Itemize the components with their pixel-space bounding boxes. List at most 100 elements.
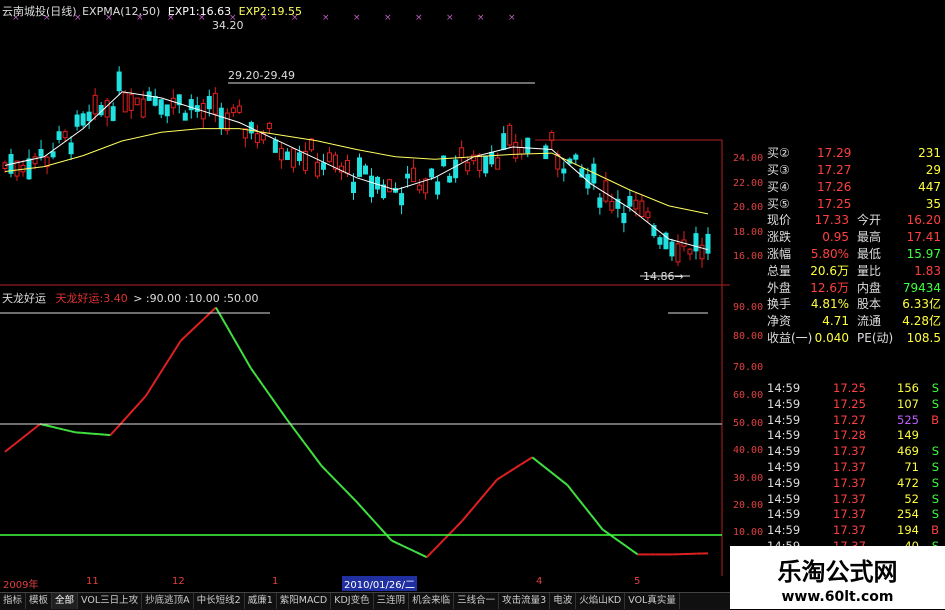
indicator-value: 天龙好运:3.40: [56, 292, 128, 305]
watermark: 乐淘公式网 www.60lt.com: [730, 546, 945, 609]
watermark-url: www.60lt.com: [730, 589, 945, 605]
quote-value-1: 12.6万: [810, 280, 849, 296]
candle-body: [448, 176, 452, 182]
tab-13[interactable]: 电波: [550, 593, 576, 609]
candle-body: [634, 200, 638, 209]
tab-12[interactable]: 攻击流量3: [499, 593, 550, 609]
oscillator-segment: [58, 428, 64, 429]
tab-9[interactable]: 三连阴: [374, 593, 410, 609]
candle-body: [550, 133, 554, 141]
tick-volume: 71: [904, 460, 919, 475]
indicator-thresholds: > :90.00 :10.00 :50.00: [133, 292, 258, 305]
price-tick: 18.00: [733, 227, 763, 238]
candle-body: [327, 153, 331, 161]
quote-label-2: 内盘: [857, 280, 881, 296]
order-book-row: 买④17.26447: [765, 179, 945, 195]
oscillator-segment: [69, 431, 75, 432]
quote-label-2: 量比: [857, 263, 881, 279]
quote-label-1: 涨跌: [767, 229, 791, 245]
candle-body: [75, 115, 79, 126]
candle-body: [225, 113, 229, 130]
month-5: 5: [634, 576, 640, 587]
tab-0[interactable]: 指标: [0, 593, 26, 609]
tick-time: 14:59: [767, 492, 800, 507]
tick-price: 17.37: [833, 507, 866, 522]
candle-body: [514, 142, 518, 158]
candle-body: [628, 197, 632, 207]
tab-5[interactable]: 中长短线2: [194, 593, 245, 609]
order-book-row: 买③17.2729: [765, 162, 945, 178]
tab-6[interactable]: 威廉1: [245, 593, 277, 609]
tick-side: B: [931, 413, 939, 428]
tick-side: S: [932, 507, 939, 522]
candle-body: [436, 182, 440, 194]
candle-body: [297, 153, 301, 161]
tick-volume: 149: [897, 428, 919, 443]
tick-time: 14:59: [767, 444, 800, 459]
tab-7[interactable]: 紫阳MACD: [277, 593, 331, 609]
candle-body: [670, 242, 674, 256]
candle-body: [219, 108, 223, 128]
candle-body: [321, 163, 325, 169]
tab-10[interactable]: 机会来临: [409, 593, 454, 609]
bid-price: 17.25: [817, 196, 851, 212]
candle-body: [93, 95, 97, 113]
quote-label-2: 最高: [857, 229, 881, 245]
candle-body: [141, 99, 145, 117]
quote-row: 收益(一)0.040PE(动)108.5: [765, 330, 945, 346]
candle-body: [694, 234, 698, 251]
candle-body: [454, 160, 458, 178]
candle-body: [430, 169, 434, 177]
tab-3[interactable]: VOL三日上攻: [78, 593, 142, 609]
tick-price: 17.37: [833, 523, 866, 538]
indicator-tick: 90.00: [733, 302, 763, 313]
tick-price: 17.37: [833, 460, 866, 475]
tick-time: 14:59: [767, 397, 800, 412]
tick-time: 14:59: [767, 413, 800, 428]
candle-body: [418, 185, 422, 190]
tick-side: S: [932, 492, 939, 507]
selected-date[interactable]: 2010/01/26/二: [342, 576, 417, 591]
tab-1[interactable]: 模板: [26, 593, 52, 609]
tab-14[interactable]: 火焰山KD: [576, 593, 625, 609]
quote-label-1: 收益(一): [767, 330, 812, 346]
indicator-tick: 80.00: [733, 331, 763, 342]
indicator-tabs[interactable]: 指标模板全部VOL三日上攻抄底逃顶A中长短线2威廉1紫阳MACDKDJ变色三连阴…: [0, 592, 730, 610]
signal-marker: ×: [322, 13, 330, 23]
indicator-tick: 20.00: [733, 500, 763, 511]
candle-body: [33, 157, 37, 164]
candle-body: [87, 112, 91, 120]
candle-body: [255, 134, 259, 143]
tick-volume: 194: [897, 523, 919, 538]
bid-level-label: 买⑤: [767, 196, 790, 212]
candle-body: [598, 198, 602, 207]
quote-label-2: 流通: [857, 313, 881, 329]
month-1: 1: [272, 576, 278, 587]
tick-volume: 469: [897, 444, 919, 459]
tab-4[interactable]: 抄底逃顶A: [142, 593, 194, 609]
candle-body: [279, 148, 283, 160]
quote-label-1: 总量: [767, 263, 791, 279]
bid-level-label: 买②: [767, 145, 790, 161]
tab-8[interactable]: KDJ变色: [331, 593, 373, 609]
indicator-panel-title: 天龙好运: [2, 292, 46, 305]
tab-2[interactable]: 全部: [52, 593, 78, 609]
quote-label-2: PE(动): [857, 330, 893, 346]
tick-row: 14:5917.3752S: [765, 492, 945, 507]
candle-body: [81, 114, 85, 125]
year-label: 2009年: [3, 576, 38, 591]
bid-volume: 35: [926, 196, 941, 212]
tab-15[interactable]: VOL真实量: [625, 593, 680, 609]
quote-value-2: 16.20: [907, 212, 941, 228]
tick-side: S: [932, 476, 939, 491]
quote-row: 涨跌0.95最高17.41: [765, 229, 945, 245]
candle-body: [105, 101, 109, 117]
tick-row: 14:5917.37472S: [765, 476, 945, 491]
quote-row: 涨幅5.80%最低15.97: [765, 246, 945, 262]
tab-11[interactable]: 三线合一: [454, 593, 499, 609]
candle-body: [285, 152, 289, 160]
chart-area[interactable]: ×××××××××××××××××: [0, 0, 730, 576]
tick-price: 17.37: [833, 444, 866, 459]
tick-price: 17.28: [833, 428, 866, 443]
candle-body: [39, 150, 43, 157]
